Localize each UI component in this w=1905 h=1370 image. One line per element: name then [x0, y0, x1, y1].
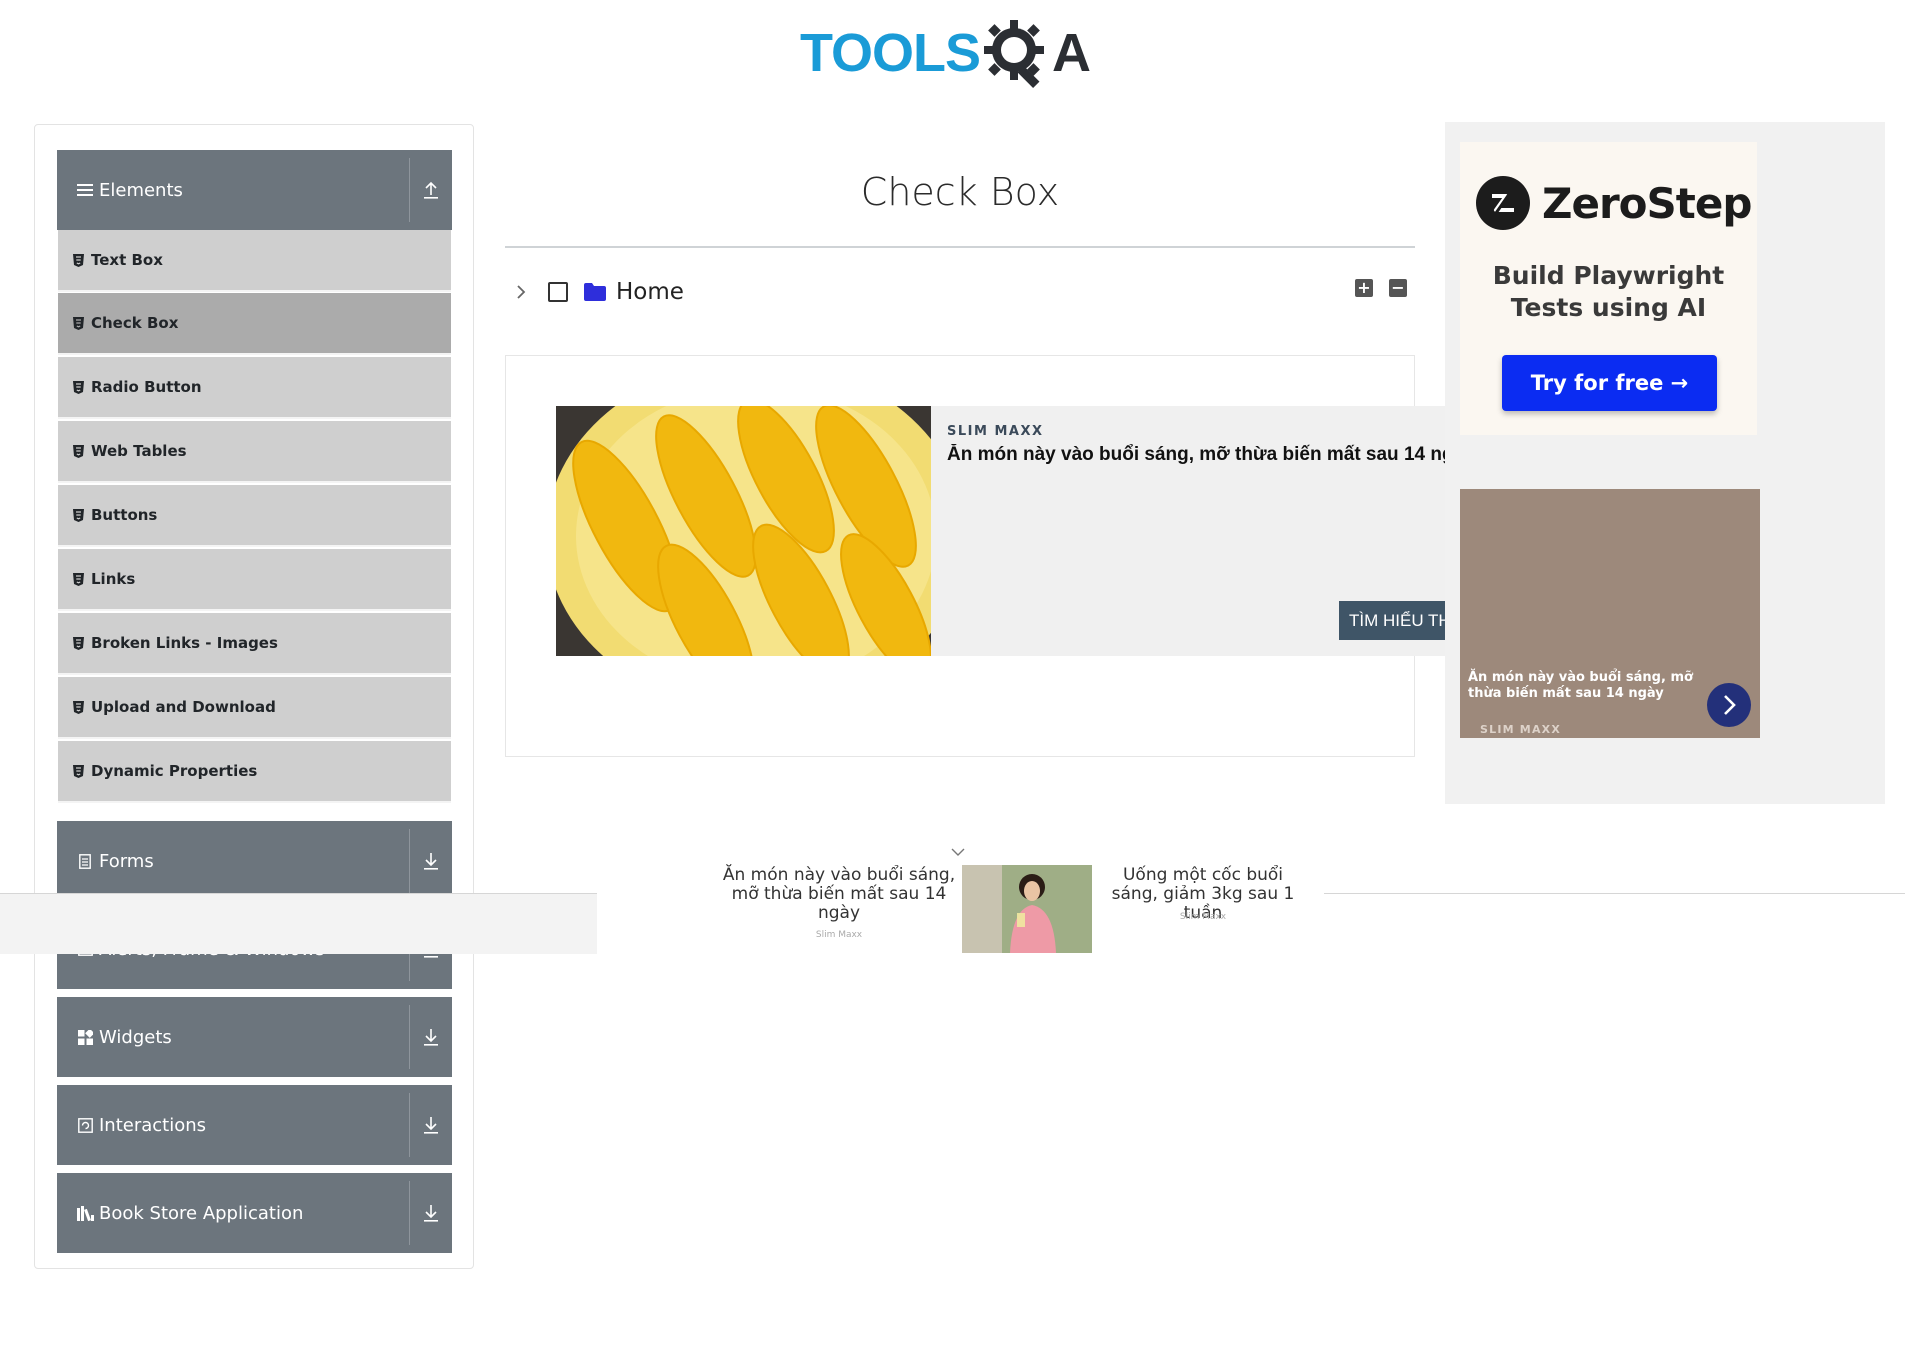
group-divider	[409, 158, 410, 222]
group-divider	[409, 1093, 410, 1157]
tree-node-home[interactable]: Home	[510, 272, 684, 312]
logo-text-a: A	[1052, 23, 1092, 83]
form-icon	[75, 853, 95, 869]
zerostep-tagline-line2: Tests using AI	[1510, 293, 1707, 322]
group-header-book-store[interactable]: Book Store Application	[57, 1173, 452, 1253]
home-checkbox[interactable]	[548, 282, 568, 302]
zerostep-tagline-line1: Build Playwright	[1492, 261, 1725, 290]
menu-item-web-tables[interactable]: Web Tables	[58, 421, 451, 483]
menu-item-buttons[interactable]: Buttons	[58, 485, 451, 547]
html5-icon	[72, 764, 84, 778]
chevron-right-icon[interactable]	[1707, 683, 1751, 727]
group-label: Interactions	[99, 1114, 207, 1136]
menu-item-label: Radio Button	[91, 378, 202, 396]
upload-arrow-icon[interactable]	[418, 150, 444, 230]
group-divider	[409, 1181, 410, 1245]
menu-item-text-box[interactable]: Text Box	[58, 230, 451, 292]
menu-item-label: Links	[91, 570, 136, 588]
menu-item-label: Broken Links - Images	[91, 634, 278, 652]
ad-cta-button[interactable]: TÌM HIỂU THÊM	[1339, 601, 1446, 640]
group-label: Forms	[99, 850, 154, 872]
group-header-interactions[interactable]: Interactions	[57, 1085, 452, 1165]
menu-item-label: Check Box	[91, 314, 179, 332]
html5-icon	[72, 572, 84, 586]
html5-icon	[72, 700, 84, 714]
zerostep-logo-icon	[1476, 176, 1530, 230]
bottom-ad-left-sponsor: Slim Maxx	[815, 930, 863, 940]
books-icon	[75, 1205, 95, 1221]
menu-item-label: Dynamic Properties	[91, 762, 258, 780]
group-header-widgets[interactable]: Widgets	[57, 997, 452, 1077]
group-label: Elements	[99, 179, 183, 201]
group-header-elements[interactable]: Elements	[57, 150, 452, 230]
menu-item-label: Buttons	[91, 506, 158, 524]
zerostep-tagline: Build Playwright Tests using AI	[1460, 260, 1757, 324]
try-for-free-button[interactable]: Try for free →	[1502, 355, 1717, 411]
ad-headline[interactable]: Ăn món này vào buổi sáng, mỡ thừa biến m…	[947, 444, 1447, 466]
group-label: Widgets	[99, 1026, 172, 1048]
download-arrow-icon[interactable]	[418, 1173, 444, 1253]
group-divider	[409, 1005, 410, 1069]
side-ad-article-headline[interactable]: Ăn món này vào buổi sáng, mỡ thừa biến m…	[1468, 670, 1718, 702]
html5-icon	[72, 253, 84, 267]
expand-all-button[interactable]: +	[1355, 279, 1373, 297]
interactions-icon	[75, 1117, 95, 1133]
hamburger-icon	[75, 183, 95, 197]
bottom-ad-right-sponsor: Slim Maxx	[1179, 912, 1227, 922]
html5-icon	[72, 316, 84, 330]
menu-item-links[interactable]: Links	[58, 549, 451, 611]
download-arrow-icon[interactable]	[418, 821, 444, 901]
zerostep-brand-name: ZeroStep	[1542, 178, 1752, 228]
menu-item-broken-links[interactable]: Broken Links - Images	[58, 613, 451, 675]
folder-icon	[584, 283, 606, 301]
ad-sponsor: SLIM MAXX	[947, 424, 1044, 439]
menu-item-dynamic-properties[interactable]: Dynamic Properties	[58, 741, 451, 803]
html5-icon	[72, 636, 84, 650]
menu-item-radio-button[interactable]: Radio Button	[58, 357, 451, 419]
title-divider	[505, 246, 1415, 248]
left-panel: Elements Text Box Check Box Radio Button…	[34, 124, 474, 1269]
widgets-icon	[75, 1029, 95, 1045]
page-title: Check Box	[860, 170, 1060, 214]
menu-item-check-box[interactable]: Check Box	[58, 293, 451, 355]
html5-icon	[72, 508, 84, 522]
side-ad-article-sponsor: SLIM MAXX	[1480, 723, 1562, 736]
group-label: Book Store Application	[99, 1202, 304, 1224]
logo-text-tools: TOOLS	[800, 23, 981, 83]
group-header-forms[interactable]: Forms	[57, 821, 452, 901]
gear-magnifier-icon	[984, 20, 1045, 88]
chevron-down-icon[interactable]	[950, 846, 966, 858]
chevron-right-icon[interactable]	[510, 281, 532, 303]
menu-item-label: Upload and Download	[91, 698, 276, 716]
zerostep-brand: ZeroStep	[1476, 176, 1752, 230]
logo-qa-mark: A	[980, 16, 1091, 90]
bottom-ad-left-headline[interactable]: Ăn món này vào buổi sáng, mỡ thừa biến m…	[720, 866, 958, 923]
download-arrow-icon[interactable]	[418, 1085, 444, 1165]
html5-icon	[72, 380, 84, 394]
menu-item-upload-download[interactable]: Upload and Download	[58, 677, 451, 739]
collapse-all-button[interactable]: −	[1389, 279, 1407, 297]
bottom-ad-image[interactable]	[962, 865, 1092, 953]
download-arrow-icon[interactable]	[418, 997, 444, 1077]
group-divider	[409, 829, 410, 893]
bottom-ad-bar-right	[1324, 893, 1905, 954]
ad-image-corn[interactable]	[556, 406, 931, 656]
html5-icon	[72, 444, 84, 458]
bottom-ad-bar-left	[0, 893, 597, 954]
tree-node-label: Home	[616, 279, 684, 305]
toolsqa-logo[interactable]: TOOLS A	[800, 16, 1125, 90]
menu-item-label: Web Tables	[91, 442, 187, 460]
menu-item-label: Text Box	[91, 251, 163, 269]
